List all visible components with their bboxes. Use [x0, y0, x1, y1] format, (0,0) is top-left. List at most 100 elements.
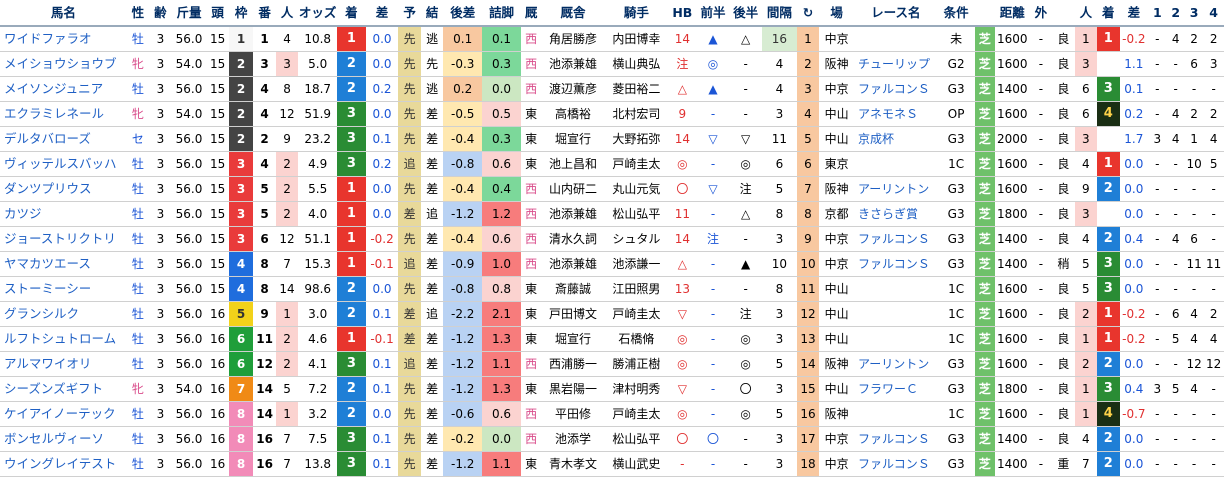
column-header[interactable]: 人	[1074, 0, 1098, 27]
column-header[interactable]: 着	[337, 0, 366, 27]
race-name-link[interactable]: きさらぎ賞	[853, 201, 938, 227]
column-header[interactable]: 人	[275, 0, 299, 27]
column-header[interactable]: 場	[819, 0, 854, 27]
column-header[interactable]: 結	[420, 0, 444, 27]
stable-cell: 西	[520, 251, 542, 277]
table-row[interactable]: ヤマカツエース牡 3 56.0 15 4 8 7 15.3 1 -0.1 追差 -0.9 1.0 西池添兼…	[0, 251, 1224, 277]
column-header[interactable]: 後差	[443, 0, 483, 27]
count-2: 5	[1166, 376, 1185, 402]
horse-name-link[interactable]: ボンセルヴィーソ	[0, 426, 127, 452]
race-name-link[interactable]: 京成杯	[853, 126, 938, 152]
column-header[interactable]: 着	[1097, 0, 1120, 27]
horse-name-link[interactable]: ケイアイノーテック	[0, 401, 127, 427]
table-row[interactable]: アルマワイオリ牡 3 56.0 16 6 12 2 4.1 3 0.1 追差 -1.2 1.1 西西浦勝一…	[0, 351, 1224, 377]
table-row[interactable]: ヴィッテルスバッハ牡 3 56.0 15 3 4 2 4.9 3 0.2 追差 -0.8 0.6 東池上昌…	[0, 151, 1224, 177]
horse-name-link[interactable]: グランシルク	[0, 301, 127, 327]
column-header[interactable]: 後半	[729, 0, 763, 27]
column-header[interactable]: 斤量	[171, 0, 207, 27]
table-row[interactable]: ボンセルヴィーソ牡 3 56.0 16 8 16 7 7.5 3 0.1 先差 -0.2 0.0 西池添学…	[0, 426, 1224, 452]
column-header[interactable]: 差	[1119, 0, 1149, 27]
race-name-link[interactable]: アーリントン	[853, 176, 938, 202]
race-name-link[interactable]: アネモネＳ	[853, 101, 938, 127]
column-header[interactable]: オッズ	[298, 0, 338, 27]
horse-name-link[interactable]: ダンツプリウス	[0, 176, 127, 202]
table-row[interactable]: エクラミレネール牝 3 54.0 15 2 4 12 51.9 3 0.0 先差 -0.5 0.5 東高橋…	[0, 101, 1224, 127]
race-name-link[interactable]	[853, 301, 938, 327]
race-name-link[interactable]: ファルコンＳ	[853, 226, 938, 252]
horse-name-link[interactable]: デルタバローズ	[0, 126, 127, 152]
column-header[interactable]: 1	[1148, 0, 1167, 27]
table-row[interactable]: カツジ牡 3 56.0 15 3 5 2 4.0 1 0.0 差追 -1.2 1.2 西池添兼雄 松山弘平 1…	[0, 201, 1224, 227]
race-name-link[interactable]	[853, 401, 938, 427]
column-header[interactable]: 条件	[937, 0, 975, 27]
horse-name-link[interactable]: メイショウショウブ	[0, 51, 127, 77]
race-name-link[interactable]	[853, 326, 938, 352]
race-name-link[interactable]: アーリントン	[853, 351, 938, 377]
race-name-link[interactable]	[853, 151, 938, 177]
horse-name-link[interactable]: ジョーストリクトリ	[0, 226, 127, 252]
column-header[interactable]: 前半	[696, 0, 730, 27]
column-header[interactable]: 騎手	[604, 0, 669, 27]
horse-name-link[interactable]: ルフトシュトローム	[0, 326, 127, 352]
table-row[interactable]: デルタバローズセ 3 56.0 15 2 2 9 23.2 3 0.1 先差 -0.4 0.3 東堀宣行大…	[0, 126, 1224, 152]
column-header[interactable]: 間隔	[762, 0, 797, 27]
horse-name-link[interactable]: エクラミレネール	[0, 101, 127, 127]
horse-name-link[interactable]: カツジ	[0, 201, 127, 227]
column-header[interactable]: HB	[668, 0, 697, 27]
table-row[interactable]: ジョーストリクトリ牡 3 56.0 15 3 6 12 51.1 1 -0.2 先差 -0.4 0.6 西…	[0, 226, 1224, 252]
horse-name-link[interactable]: ヤマカツエース	[0, 251, 127, 277]
class-cell: 1C	[937, 151, 975, 177]
column-header[interactable]: 齢	[149, 0, 172, 27]
frame-badge: 2	[228, 126, 254, 152]
interval-cell: 8	[762, 201, 797, 227]
race-name-link[interactable]: ファルコンＳ	[853, 251, 938, 277]
table-row[interactable]: ストーミーシー牡 3 56.0 15 4 8 14 98.6 2 0.0 先差 -0.8 0.8 東斎藤誠…	[0, 276, 1224, 302]
column-header[interactable]: レース名	[853, 0, 938, 27]
table-row[interactable]: グランシルク牡 3 56.0 16 5 9 1 3.0 2 0.1 差追 -2.2 2.1 東戸田博文 戸崎…	[0, 301, 1224, 327]
column-header[interactable]: 外	[1029, 0, 1053, 27]
column-header[interactable]: 枠	[228, 0, 254, 27]
table-row[interactable]: メイショウショウブ牝 3 54.0 15 2 3 3 5.0 2 0.0 先先 -0.3 0.3 西池添兼…	[0, 51, 1224, 77]
column-header[interactable]: 3	[1184, 0, 1204, 27]
column-header[interactable]: 詰脚	[482, 0, 521, 27]
column-header[interactable]: 馬名	[0, 0, 127, 27]
race-name-link[interactable]	[853, 276, 938, 302]
column-header[interactable]: 頭	[206, 0, 229, 27]
column-header[interactable]: 厩	[520, 0, 542, 27]
horse-name-link[interactable]: ストーミーシー	[0, 276, 127, 302]
table-row[interactable]: ウイングレイテスト牡 3 56.0 16 8 16 7 13.8 3 0.1 先差 -1.2 1.1 東青…	[0, 451, 1224, 477]
table-row[interactable]: シーズンズギフト牝 3 54.0 16 7 14 5 7.2 2 0.1 先差 -1.2 1.3 東黒岩陽…	[0, 376, 1224, 402]
race-name-link[interactable]: ファルコンＳ	[853, 426, 938, 452]
column-header[interactable]: 差	[365, 0, 399, 27]
late-diff-cell: -0.4	[443, 126, 483, 152]
table-row[interactable]: ダンツプリウス牡 3 56.0 15 3 5 2 5.5 1 0.0 先差 -0.4 0.4 西山内研二丸…	[0, 176, 1224, 202]
column-header[interactable]: 距離	[994, 0, 1030, 27]
race-name-link[interactable]: チューリップ	[853, 51, 938, 77]
column-header[interactable]: 番	[253, 0, 276, 27]
column-header[interactable]: ↻	[796, 0, 820, 27]
table-row[interactable]: メイソンジュニア牡 3 56.0 15 2 4 8 18.7 2 0.2 先逃 0.2 0.0 西渡辺薫彦…	[0, 76, 1224, 102]
closing-speed-cell: 1.3	[482, 326, 521, 352]
table-row[interactable]: ワイドファラオ牡 3 56.0 15 1 1 4 10.8 1 0.0 先逃 0.1 0.1 西角居勝彦内…	[0, 26, 1224, 52]
horse-name-link[interactable]: メイソンジュニア	[0, 76, 127, 102]
race-name-link[interactable]: フラワーＣ	[853, 376, 938, 402]
horse-name-link[interactable]: ヴィッテルスバッハ	[0, 151, 127, 177]
column-header[interactable]: 4	[1203, 0, 1224, 27]
horse-name-link[interactable]: アルマワイオリ	[0, 351, 127, 377]
second-half-mark: ◎	[729, 351, 763, 377]
column-header[interactable]	[974, 0, 995, 27]
column-header[interactable]: 厩舎	[541, 0, 605, 27]
horse-name-link[interactable]: ワイドファラオ	[0, 26, 127, 52]
horse-name-link[interactable]: シーズンズギフト	[0, 376, 127, 402]
race-name-link[interactable]	[853, 26, 938, 52]
horse-name-link[interactable]: ウイングレイテスト	[0, 451, 127, 477]
column-header[interactable]: 予	[398, 0, 421, 27]
race-name-link[interactable]: ファルコンＳ	[853, 451, 938, 477]
column-header[interactable]	[1052, 0, 1075, 27]
column-header[interactable]: 性	[126, 0, 150, 27]
table-row[interactable]: ケイアイノーテック牡 3 56.0 16 8 14 1 3.2 2 0.0 先差 -0.6 0.6 西平田…	[0, 401, 1224, 427]
late-diff-cell: -0.8	[443, 276, 483, 302]
table-row[interactable]: ルフトシュトローム牡 3 56.0 16 6 11 2 4.6 1 -0.1 差差 -1.2 1.3 東堀…	[0, 326, 1224, 352]
column-header[interactable]: 2	[1166, 0, 1185, 27]
race-name-link[interactable]: ファルコンＳ	[853, 76, 938, 102]
